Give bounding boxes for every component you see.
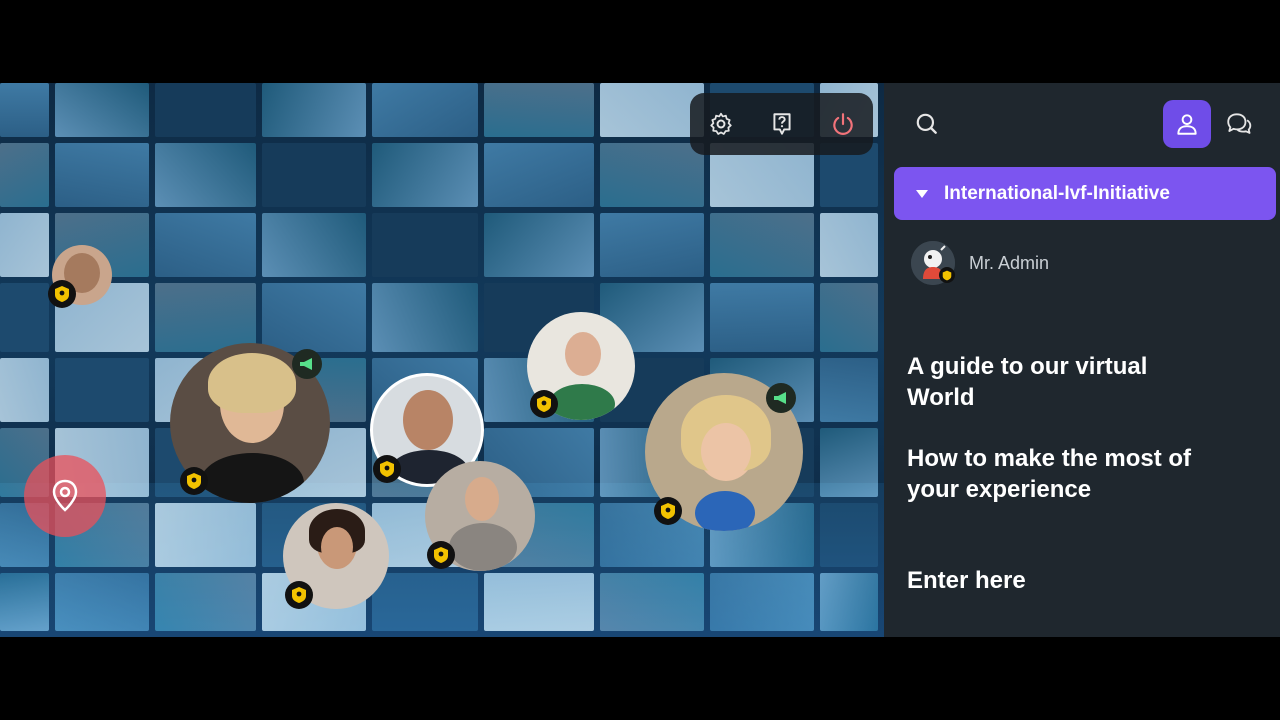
video-tile [710,283,814,352]
gear-icon [709,112,732,135]
video-tile [262,143,366,207]
shield-badge-icon [427,541,455,569]
power-icon [832,113,853,135]
shield-badge-icon [373,455,401,483]
enter-here-link[interactable]: Enter here [907,565,1026,596]
shield-badge-icon [654,497,682,525]
video-tile [372,283,478,352]
shield-badge-icon [530,390,558,418]
video-tile [484,83,594,137]
video-tile [0,143,49,207]
room-name: International-Ivf-Initiative [944,182,1170,204]
room-group-header[interactable]: International-Ivf-Initiative [894,167,1276,220]
virtual-world-canvas[interactable] [0,83,884,637]
video-tile [710,213,814,277]
question-icon [772,113,791,135]
shield-badge-icon [285,581,313,609]
member-name: Mr. Admin [969,252,1050,273]
video-tile [820,213,878,277]
guide-link-virtual-world[interactable]: A guide to our virtual World [907,351,1147,413]
location-pin-icon[interactable] [24,455,106,537]
search-icon [916,113,937,134]
people-tab-button[interactable] [1163,100,1211,148]
power-button[interactable] [823,104,863,144]
member-list-item[interactable]: Mr. Admin [911,241,1049,285]
video-tile [0,358,49,422]
video-tile [262,83,366,137]
video-tile [155,283,256,352]
video-tile [820,283,878,352]
megaphone-icon [766,383,796,413]
video-tile [55,358,149,422]
guide-line: How to make the most of [907,445,1192,472]
video-tile [262,213,366,277]
video-tile [0,83,49,137]
sidebar: International-Ivf-Initiative Mr. Admin A… [884,83,1280,637]
video-tile [600,213,704,277]
video-tile [55,143,149,207]
help-button[interactable] [762,104,802,144]
video-tile [600,83,704,137]
top-toolbar [690,93,873,155]
video-tile [372,83,478,137]
video-tile [262,283,366,352]
settings-button[interactable] [701,104,741,144]
app-frame: International-Ivf-Initiative Mr. Admin A… [0,83,1280,637]
video-tile [372,143,478,207]
video-tile [155,213,256,277]
megaphone-icon [292,349,322,379]
chat-icon [1227,113,1252,134]
chevron-down-icon[interactable] [916,189,928,198]
video-tile [0,283,49,352]
video-tile [55,83,149,137]
video-tile [155,83,256,137]
guide-line: World [907,384,975,411]
video-tile [155,143,256,207]
user-icon [1177,114,1197,135]
video-tile [372,213,478,277]
guide-link-experience[interactable]: How to make the most of your experience [907,443,1191,505]
shield-badge-icon [48,280,76,308]
video-tile [484,143,594,207]
member-avatar [911,241,955,285]
video-tile [0,213,49,277]
search-button[interactable] [908,105,946,143]
chat-tab-button[interactable] [1220,105,1258,143]
guide-line: your experience [907,476,1092,503]
video-tile [820,358,878,422]
guide-line: A guide to our virtual [907,353,1148,380]
shield-badge-icon [939,267,955,283]
video-tile [600,143,704,207]
video-tile [484,213,594,277]
shield-badge-icon [180,467,208,495]
